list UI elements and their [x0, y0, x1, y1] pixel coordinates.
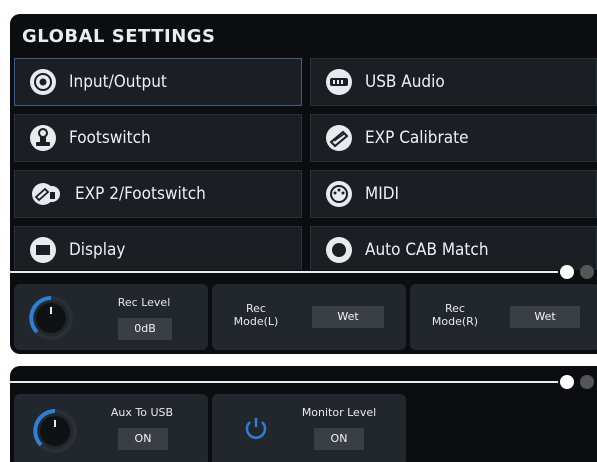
menu-item-label: USB Audio — [365, 72, 445, 92]
rec-mode-left-control[interactable]: Rec Mode(L) Wet — [212, 284, 406, 350]
global-settings-panel: GLOBAL SETTINGS Input/Output USB Audio F… — [10, 14, 597, 354]
rec-mode-right-label-line1: Rec — [445, 302, 465, 315]
rec-level-control[interactable]: Rec Level 0dB — [14, 284, 208, 350]
monitor-level-label: Monitor Level — [301, 406, 377, 419]
menu-item-exp-2-footswitch[interactable]: EXP 2/Footswitch — [14, 170, 302, 218]
menu-item-footswitch[interactable]: Footswitch — [14, 114, 302, 162]
exp-footswitch-icon — [32, 183, 60, 205]
rec-level-value[interactable]: 0dB — [118, 318, 172, 340]
menu-item-exp-calibrate[interactable]: EXP Calibrate — [310, 114, 597, 162]
midi-icon — [326, 181, 352, 207]
menu-item-label: MIDI — [365, 184, 399, 204]
power-icon[interactable] — [242, 414, 270, 442]
page-dot-inactive[interactable] — [580, 265, 594, 279]
page-dot-active[interactable] — [560, 265, 574, 279]
exp-calibrate-icon — [326, 125, 352, 151]
usb-audio-settings-panel: Aux To USB ON Monitor Level ON — [10, 366, 597, 462]
menu-item-midi[interactable]: MIDI — [310, 170, 597, 218]
rec-mode-right-value[interactable]: Wet — [510, 306, 580, 328]
input-output-icon — [30, 69, 56, 95]
menu-item-display[interactable]: Display — [14, 226, 302, 270]
page-dot-active[interactable] — [560, 375, 574, 389]
rec-mode-right-label-line2: Mode(R) — [431, 315, 479, 328]
menu-item-label: Input/Output — [69, 72, 167, 92]
display-icon — [30, 237, 56, 263]
rec-level-label: Rec Level — [117, 296, 171, 309]
menu-item-label: EXP Calibrate — [365, 128, 469, 148]
page-title: GLOBAL SETTINGS — [22, 26, 216, 47]
usb-audio-icon — [326, 69, 352, 95]
aux-to-usb-value[interactable]: ON — [118, 428, 168, 450]
settings-menu-grid: Input/Output USB Audio Footswitch EXP Ca… — [10, 58, 597, 270]
monitor-level-control[interactable]: Monitor Level ON — [212, 394, 406, 462]
rec-mode-left-label-line1: Rec — [246, 302, 266, 315]
knob-icon[interactable] — [28, 295, 74, 341]
rec-mode-right-control[interactable]: Rec Mode(R) Wet — [410, 284, 597, 350]
page-dot-inactive[interactable] — [580, 375, 594, 389]
page-scroll-track — [10, 271, 558, 273]
menu-item-auto-cab-match[interactable]: Auto CAB Match — [310, 226, 597, 270]
aux-to-usb-control[interactable]: Aux To USB ON — [14, 394, 208, 462]
menu-item-label: Display — [69, 240, 126, 260]
auto-cab-match-icon — [326, 237, 352, 263]
menu-item-usb-audio[interactable]: USB Audio — [310, 58, 597, 106]
menu-item-label: EXP 2/Footswitch — [75, 184, 206, 204]
menu-item-input-output[interactable]: Input/Output — [14, 58, 302, 106]
rec-mode-left-value[interactable]: Wet — [312, 306, 384, 328]
menu-item-label: Auto CAB Match — [365, 240, 489, 260]
knob-icon[interactable] — [32, 408, 78, 454]
monitor-level-value[interactable]: ON — [314, 428, 364, 450]
menu-item-label: Footswitch — [69, 128, 151, 148]
page-scroll-track — [10, 381, 558, 383]
footswitch-icon — [30, 125, 56, 151]
rec-mode-left-label-line2: Mode(L) — [233, 315, 279, 328]
aux-to-usb-label: Aux To USB — [110, 406, 174, 419]
